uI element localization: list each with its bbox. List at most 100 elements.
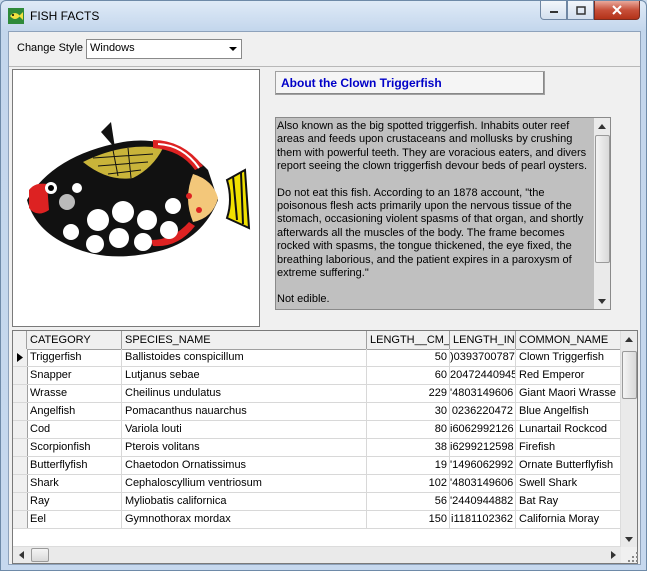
species-cell: Ballistoides conspicillum — [122, 349, 367, 366]
category-cell: Eel — [27, 511, 122, 528]
notes-paragraph: Also known as the big spotted triggerfis… — [277, 120, 587, 173]
grid-hscroll-thumb[interactable] — [31, 548, 49, 562]
length-in-cell: )0393700787 — [450, 349, 516, 366]
fish-data-grid[interactable]: CATEGORY SPECIES_NAME LENGTH__CM_ LENGTH… — [12, 330, 638, 564]
scroll-right-icon[interactable] — [605, 547, 621, 563]
length-cm-cell: 102 — [367, 475, 450, 492]
common-name-cell: Ornate Butterflyfish — [516, 457, 621, 474]
memo-scroll-thumb[interactable] — [595, 135, 610, 263]
species-cell: Pomacanthus nauarchus — [122, 403, 367, 420]
common-name-cell: Red Emperor — [516, 367, 621, 384]
scroll-up-icon[interactable] — [621, 331, 637, 347]
table-row[interactable]: Scorpionfish Pterois volitans 38 i629921… — [13, 439, 621, 457]
grid-horizontal-scrollbar[interactable] — [13, 546, 621, 563]
length-in-cell: 0236220472 — [450, 403, 516, 420]
table-row[interactable]: Triggerfish Ballistoides conspicillum 50… — [13, 349, 621, 367]
category-cell: Triggerfish — [27, 349, 122, 366]
style-combobox[interactable]: Windows — [86, 39, 242, 59]
category-cell: Scorpionfish — [27, 439, 122, 456]
species-cell: Cephaloscyllium ventriosum — [122, 475, 367, 492]
table-row[interactable]: Shark Cephaloscyllium ventriosum 102 '48… — [13, 475, 621, 493]
row-indicator — [13, 421, 28, 438]
column-header[interactable]: CATEGORY — [27, 331, 122, 349]
species-cell: Gymnothorax mordax — [122, 511, 367, 528]
table-row[interactable]: Cod Variola louti 80 i6062992126 Lunarta… — [13, 421, 621, 439]
chevron-down-icon[interactable] — [224, 40, 241, 58]
length-cm-cell: 229 — [367, 385, 450, 402]
species-cell: Myliobatis californica — [122, 493, 367, 510]
common-name-cell: Swell Shark — [516, 475, 621, 492]
length-cm-cell: 80 — [367, 421, 450, 438]
species-cell: Lutjanus sebae — [122, 367, 367, 384]
maximize-icon — [575, 5, 586, 15]
about-fish-button[interactable]: About the Clown Triggerfish — [275, 71, 545, 95]
species-cell: Pterois volitans — [122, 439, 367, 456]
category-cell: Wrasse — [27, 385, 122, 402]
table-row[interactable]: Wrasse Cheilinus undulatus 229 '48031496… — [13, 385, 621, 403]
memo-vertical-scrollbar[interactable] — [594, 118, 610, 309]
category-cell: Angelfish — [27, 403, 122, 420]
length-cm-cell: 30 — [367, 403, 450, 420]
category-cell: Butterflyfish — [27, 457, 122, 474]
grid-vscroll-thumb[interactable] — [622, 351, 637, 399]
common-name-cell: Lunartail Rockcod — [516, 421, 621, 438]
table-row[interactable]: Snapper Lutjanus sebae 60 20472440945 Re… — [13, 367, 621, 385]
length-cm-cell: 38 — [367, 439, 450, 456]
fish-image-pane — [12, 69, 260, 327]
grid-header: CATEGORY SPECIES_NAME LENGTH__CM_ LENGTH… — [13, 331, 621, 350]
table-row[interactable]: Butterflyfish Chaetodon Ornatissimus 19 … — [13, 457, 621, 475]
fish-notes-text: Also known as the big spotted triggerfis… — [276, 118, 594, 322]
row-indicator — [13, 511, 28, 528]
common-name-cell: Blue Angelfish — [516, 403, 621, 420]
common-name-cell: Bat Ray — [516, 493, 621, 510]
client-area: Change Style Windows About the Clown Tri… — [8, 31, 641, 565]
row-indicator — [13, 385, 28, 402]
scroll-up-icon[interactable] — [594, 118, 610, 134]
minimize-icon — [549, 11, 558, 13]
current-row-arrow-icon — [17, 353, 23, 362]
length-in-cell: i1181102362 — [450, 511, 516, 528]
row-indicator — [13, 439, 28, 456]
category-cell: Shark — [27, 475, 122, 492]
clown-triggerfish-image — [27, 122, 251, 257]
about-fish-label: About the Clown Triggerfish — [281, 76, 442, 90]
minimize-button[interactable] — [540, 1, 567, 20]
title-bar[interactable]: FISH FACTS — [1, 1, 646, 31]
scroll-down-icon[interactable] — [621, 531, 637, 547]
style-toolbar: Change Style Windows — [9, 32, 640, 67]
close-button[interactable] — [594, 1, 640, 20]
table-row[interactable]: Ray Myliobatis californica 56 '244094488… — [13, 493, 621, 511]
common-name-cell: Giant Maori Wrasse — [516, 385, 621, 402]
column-header[interactable]: COMMON_NAME — [516, 331, 621, 349]
scroll-left-icon[interactable] — [13, 547, 29, 563]
category-cell: Ray — [27, 493, 122, 510]
length-in-cell: i6062992126 — [450, 421, 516, 438]
column-header[interactable]: SPECIES_NAME — [122, 331, 367, 349]
scroll-down-icon[interactable] — [594, 293, 610, 309]
table-row[interactable]: Eel Gymnothorax mordax 150 i1181102362 C… — [13, 511, 621, 529]
fish-notes-memo[interactable]: Also known as the big spotted triggerfis… — [275, 117, 611, 310]
grid-vertical-scrollbar[interactable] — [620, 331, 637, 547]
length-cm-cell: 50 — [367, 349, 450, 366]
close-icon — [612, 5, 622, 15]
row-indicator — [13, 475, 28, 492]
common-name-cell: California Moray — [516, 511, 621, 528]
species-cell: Chaetodon Ornatissimus — [122, 457, 367, 474]
length-in-cell: i6299212598 — [450, 439, 516, 456]
notes-paragraph: Not edible. — [277, 293, 330, 306]
fish-app-icon — [8, 8, 24, 24]
length-in-cell: '4803149606 — [450, 385, 516, 402]
column-header[interactable]: LENGTH_IN — [450, 331, 516, 349]
length-in-cell: 20472440945 — [450, 367, 516, 384]
length-in-cell: '2440944882 — [450, 493, 516, 510]
resize-grip-icon[interactable] — [628, 552, 638, 562]
length-cm-cell: 60 — [367, 367, 450, 384]
row-indicator — [13, 457, 28, 474]
table-row[interactable]: Angelfish Pomacanthus nauarchus 30 02362… — [13, 403, 621, 421]
app-window: FISH FACTS Change Style Windows About th… — [0, 0, 647, 571]
maximize-button[interactable] — [567, 1, 594, 20]
category-cell: Snapper — [27, 367, 122, 384]
row-indicator — [13, 367, 28, 384]
length-in-cell: '1496062992 — [450, 457, 516, 474]
column-header[interactable]: LENGTH__CM_ — [367, 331, 450, 349]
